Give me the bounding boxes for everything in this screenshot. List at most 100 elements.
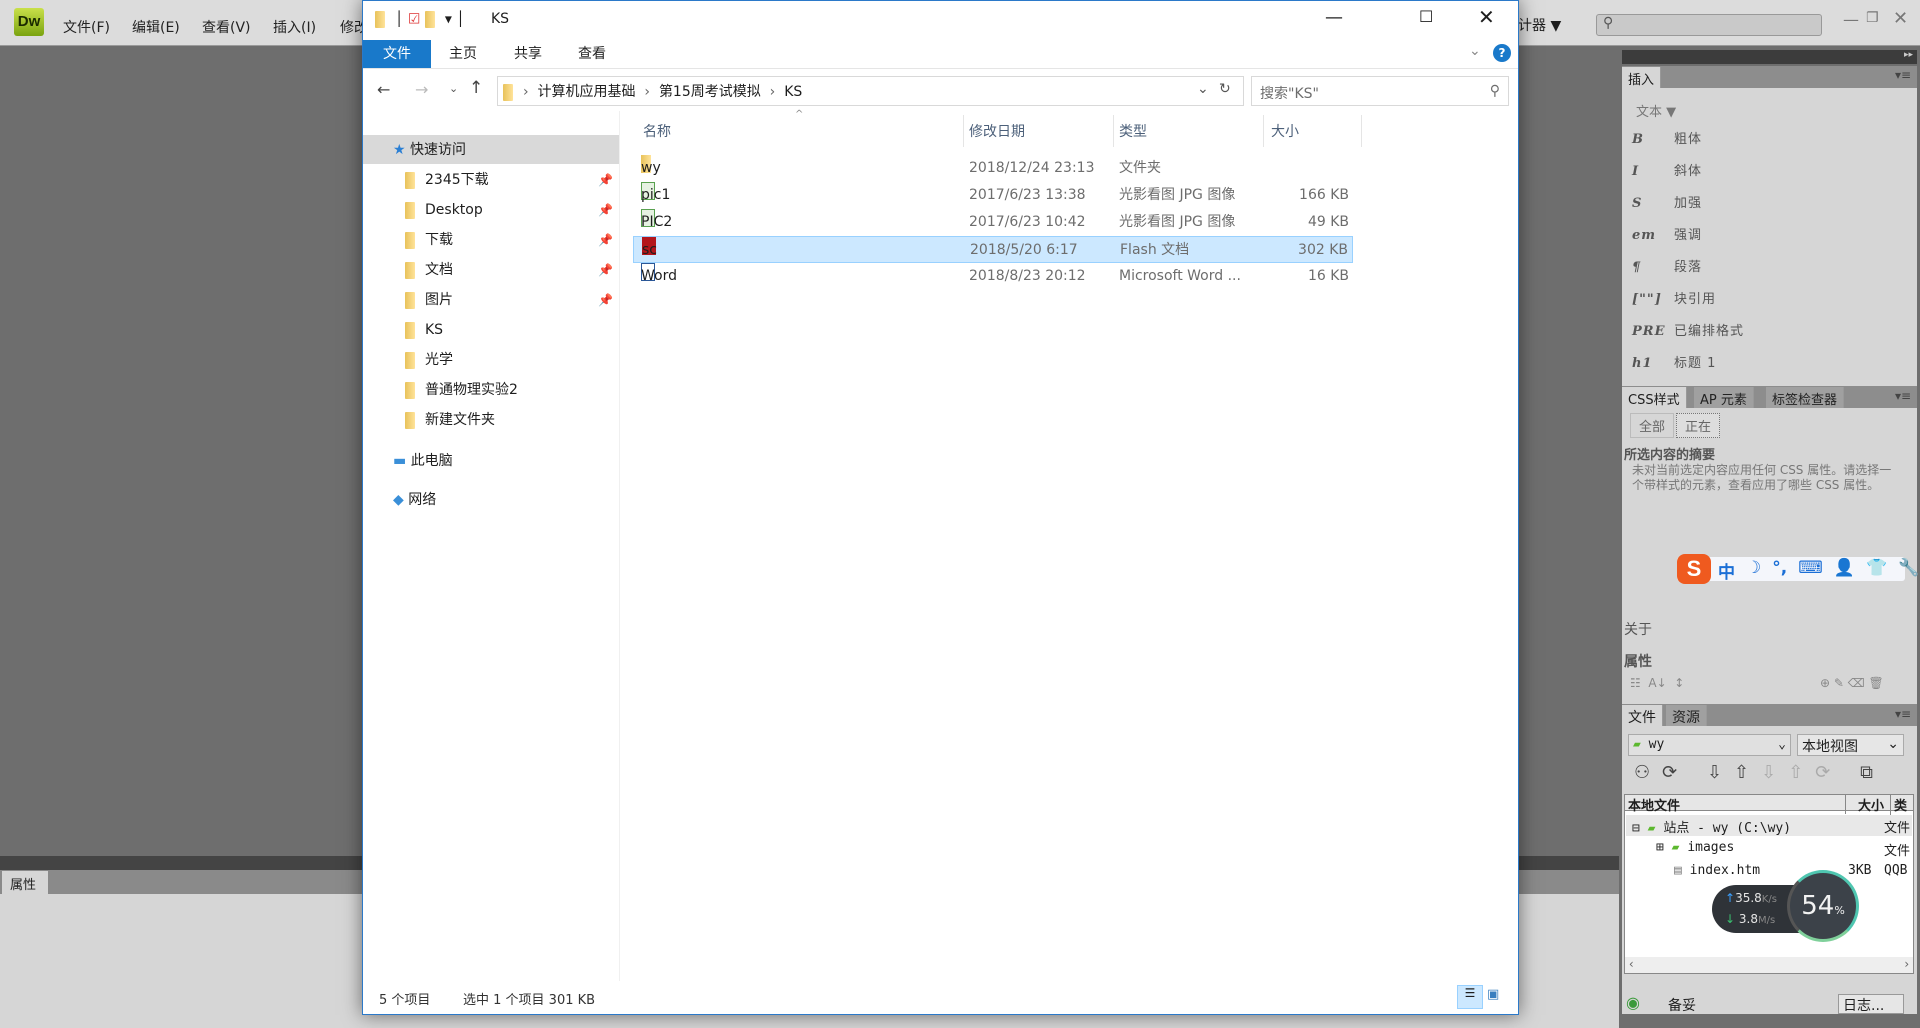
nav-item[interactable]: KS bbox=[363, 315, 619, 345]
pin-icon[interactable]: 📌 bbox=[598, 285, 613, 315]
new-folder-icon[interactable] bbox=[424, 11, 435, 28]
file-row[interactable]: PIC2 2017/6/23 10:42 光影看图 JPG 图像 49 KB bbox=[633, 209, 1353, 236]
ime-item[interactable]: ☽ bbox=[1746, 558, 1761, 583]
insert-item[interactable]: em 强调 bbox=[1632, 224, 1702, 243]
maximize-button[interactable]: ☐ bbox=[1419, 7, 1433, 26]
tab-view[interactable]: 查看 bbox=[578, 43, 606, 63]
forward-button[interactable]: → bbox=[415, 80, 428, 99]
up-button[interactable]: ↑ bbox=[469, 78, 483, 98]
nav-quick-access[interactable]: ★ 快速访问 bbox=[363, 135, 619, 165]
file-row[interactable]: wy 2018/12/24 23:13 文件夹 bbox=[633, 155, 1353, 182]
panel-menu-icon[interactable]: ▾≡ bbox=[1895, 68, 1911, 82]
dw-menu-edit[interactable]: 编辑(E) bbox=[132, 17, 180, 37]
tab-assets[interactable]: 资源 bbox=[1666, 705, 1707, 726]
pin-icon[interactable]: 📌 bbox=[598, 255, 613, 285]
pin-icon[interactable]: 📌 bbox=[598, 195, 613, 225]
workspace-switcher[interactable]: 计器 ▼ bbox=[1518, 15, 1561, 35]
css-mode-all[interactable]: 全部 bbox=[1630, 413, 1675, 438]
css-edit-buttons[interactable]: ⊕ ✎ ⌫ 🗑 bbox=[1820, 676, 1884, 690]
css-mode-current[interactable]: 正在 bbox=[1676, 413, 1721, 438]
nav-item[interactable]: 普通物理实验2 bbox=[363, 375, 619, 405]
file-row[interactable]: Word 2018/8/23 20:12 Microsoft Word ... 16 … bbox=[633, 263, 1353, 290]
insert-item[interactable]: ¶ 段落 bbox=[1632, 256, 1702, 275]
col-size[interactable]: 大小 bbox=[1271, 121, 1299, 141]
close-button[interactable]: ✕ bbox=[1478, 5, 1495, 29]
panel-menu-icon[interactable]: ▾≡ bbox=[1895, 707, 1911, 721]
col-size[interactable]: 大小 bbox=[1845, 795, 1884, 814]
dw-restore-button[interactable]: ❐ bbox=[1866, 10, 1879, 26]
panel-menu-icon[interactable]: ▾≡ bbox=[1895, 389, 1911, 403]
breadcrumb-item[interactable]: 计算机应用基础 bbox=[538, 84, 636, 100]
properties-icon[interactable]: ☑ bbox=[408, 12, 421, 28]
properties-tab[interactable]: 属性 bbox=[2, 871, 48, 894]
file-row[interactable]: pic1 2017/6/23 13:38 光影看图 JPG 图像 166 KB bbox=[633, 182, 1353, 209]
nav-item[interactable]: 图片 📌 bbox=[363, 285, 619, 315]
nav-this-pc[interactable]: ▬ 此电脑 bbox=[363, 446, 619, 476]
insert-item[interactable]: I 斜体 bbox=[1632, 160, 1702, 179]
col-name[interactable]: 名称 bbox=[643, 121, 671, 141]
tab-css-styles[interactable]: CSS样式 bbox=[1622, 387, 1687, 408]
site-select[interactable]: ▰ wy ⌄ bbox=[1628, 734, 1791, 756]
insert-item[interactable]: S 加强 bbox=[1632, 192, 1702, 211]
details-view-button[interactable]: ☰ bbox=[1457, 985, 1483, 1009]
ime-item[interactable]: ⌨ bbox=[1798, 558, 1823, 583]
files-hscrollbar[interactable]: ‹ › bbox=[1625, 957, 1913, 973]
ime-item[interactable]: 👕 bbox=[1866, 558, 1887, 583]
insert-item[interactable]: h1 标题 1 bbox=[1632, 352, 1716, 371]
insert-item[interactable]: [""] 块引用 bbox=[1632, 288, 1716, 307]
dw-minimize-button[interactable]: — bbox=[1843, 10, 1859, 29]
nav-item[interactable]: 文档 📌 bbox=[363, 255, 619, 285]
nav-item[interactable]: 2345下载 📌 bbox=[363, 165, 619, 195]
col-date[interactable]: 修改日期 bbox=[969, 121, 1025, 141]
files-tree-row[interactable]: ⊟ ▰ 站点 - wy (C:\wy) 文件 bbox=[1626, 815, 1912, 836]
pin-icon[interactable]: 📌 bbox=[598, 165, 613, 195]
tab-files[interactable]: 文件 bbox=[1622, 705, 1663, 726]
col-local-files[interactable]: 本地文件 bbox=[1628, 795, 1680, 814]
search-input[interactable]: 搜索"KS" ⚲ bbox=[1251, 76, 1509, 106]
expand-ribbon-icon[interactable]: ⌄ bbox=[1469, 43, 1481, 59]
ime-item[interactable]: 👤 bbox=[1834, 558, 1855, 583]
tab-share[interactable]: 共享 bbox=[514, 43, 542, 63]
nav-item[interactable]: 下载 📌 bbox=[363, 225, 619, 255]
insert-category-select[interactable]: 文本 ▼ bbox=[1636, 101, 1676, 120]
help-icon[interactable]: ? bbox=[1493, 44, 1511, 62]
col-type[interactable]: 类型 bbox=[1119, 121, 1147, 141]
address-dropdown-icon[interactable]: ⌄ bbox=[1197, 81, 1209, 97]
ime-item[interactable]: 🔧 bbox=[1898, 558, 1919, 583]
breadcrumb-item[interactable]: 第15周考试模拟 bbox=[659, 84, 761, 100]
tab-tag-inspector[interactable]: 标签检查器 bbox=[1766, 387, 1845, 408]
log-button[interactable]: 日志... bbox=[1838, 994, 1904, 1014]
dw-menu-file[interactable]: 文件(F) bbox=[63, 17, 110, 37]
recent-locations-button[interactable]: ⌄ bbox=[449, 82, 458, 95]
file-row[interactable]: sc 2018/5/20 6:17 Flash 文档 302 KB bbox=[633, 236, 1353, 263]
sogou-logo-icon[interactable]: S bbox=[1677, 554, 1711, 584]
view-select[interactable]: 本地视图 ⌄ bbox=[1797, 734, 1904, 756]
dw-close-button[interactable]: ✕ bbox=[1893, 8, 1908, 29]
tab-home[interactable]: 主页 bbox=[449, 43, 477, 63]
ime-item[interactable]: °, bbox=[1772, 558, 1787, 583]
files-tree-row[interactable]: ⊞ ▰ images 文件 bbox=[1626, 838, 1912, 859]
css-property-view-buttons[interactable]: ☷ A↓ ↕ bbox=[1630, 676, 1684, 690]
large-icons-view-button[interactable]: ▣ bbox=[1487, 987, 1499, 1002]
dw-menu-insert[interactable]: 插入(I) bbox=[273, 17, 316, 37]
dw-search-input[interactable]: ⚲ bbox=[1596, 14, 1822, 36]
nav-network[interactable]: ◆ 网络 bbox=[363, 485, 619, 515]
nav-item[interactable]: 新建文件夹 bbox=[363, 405, 619, 435]
tab-insert[interactable]: 插入 bbox=[1622, 67, 1662, 88]
files-tree-row[interactable]: ▤ index.htm 3KB QQB bbox=[1626, 861, 1912, 882]
ime-item[interactable]: 中 bbox=[1718, 558, 1735, 583]
breadcrumb-item[interactable]: KS bbox=[784, 84, 802, 100]
nav-item[interactable]: 光学 bbox=[363, 345, 619, 375]
tab-file-label[interactable]: 文件 bbox=[383, 43, 411, 63]
minimize-button[interactable]: — bbox=[1325, 7, 1343, 28]
pin-icon[interactable]: 📌 bbox=[598, 225, 613, 255]
back-button[interactable]: ← bbox=[377, 80, 390, 99]
quick-access-toolbar[interactable]: │ ☑ ▾ │ bbox=[375, 11, 465, 28]
refresh-icon[interactable]: ↻ bbox=[1219, 81, 1231, 97]
insert-item[interactable]: B 粗体 bbox=[1632, 128, 1702, 147]
tab-ap-elements[interactable]: AP 元素 bbox=[1694, 387, 1754, 408]
nav-item[interactable]: Desktop 📌 bbox=[363, 195, 619, 225]
collapse-panels-icon[interactable]: ▸▸ bbox=[1622, 50, 1917, 64]
files-toolbar[interactable]: ⚇⟳ ⇩⇧⇩⇧⟳ ⧉ bbox=[1634, 762, 1885, 783]
insert-item[interactable]: PRE 已编排格式 bbox=[1632, 320, 1744, 339]
